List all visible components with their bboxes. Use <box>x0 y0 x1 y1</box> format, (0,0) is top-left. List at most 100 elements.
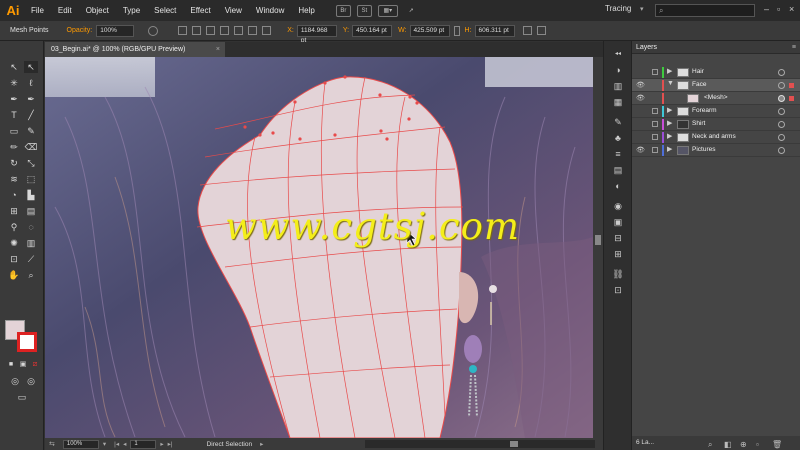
lock-icon[interactable] <box>652 69 658 75</box>
curvature-tool-icon[interactable]: ✒ <box>24 93 38 105</box>
slice-tool-icon[interactable]: ⟋ <box>24 253 38 265</box>
expand-arrow-icon[interactable]: ▶ <box>667 132 672 140</box>
free-transform-tool-icon[interactable]: ⬚ <box>24 173 38 185</box>
align-bottom-icon[interactable] <box>248 26 258 35</box>
layer-row-hair[interactable]: ▶ Hair <box>632 66 800 79</box>
appearance-panel-icon[interactable]: ◉ <box>612 201 624 212</box>
stroke-color-swatch[interactable] <box>17 332 37 352</box>
menu-window[interactable]: Window <box>249 0 291 21</box>
arrange-documents-icon[interactable]: ▦▾ <box>377 4 398 17</box>
layers-panel-header[interactable]: Layers ≡ <box>632 41 800 54</box>
scrollbar-thumb[interactable] <box>595 235 601 245</box>
color-panel-icon[interactable]: ◑ <box>612 65 624 76</box>
scale-tool-icon[interactable]: ⤡ <box>24 157 38 169</box>
recolor-icon[interactable] <box>148 25 159 36</box>
gpu-rocket-icon[interactable]: ➚ <box>404 5 419 17</box>
layer-row-face[interactable]: 👁 ▼ Face <box>632 79 800 92</box>
graph-tool-icon[interactable]: ▥ <box>24 237 38 249</box>
brushes-panel-icon[interactable]: ✎ <box>612 117 624 128</box>
constrain-link-icon[interactable] <box>453 25 460 36</box>
menu-effect[interactable]: Effect <box>183 0 217 21</box>
chevron-down-icon[interactable]: ▾ <box>103 440 106 448</box>
lasso-tool-icon[interactable]: ℓ <box>24 77 38 89</box>
target-icon[interactable] <box>778 147 785 154</box>
vertical-scrollbar[interactable] <box>593 57 603 438</box>
target-icon[interactable] <box>778 108 785 115</box>
target-icon[interactable] <box>778 121 785 128</box>
menu-select[interactable]: Select <box>147 0 183 21</box>
clipping-mask-icon[interactable]: ◧ <box>724 438 732 450</box>
artboard-nav-icon[interactable]: ⇆ <box>49 440 55 448</box>
next-artboard-icon[interactable]: ▸ <box>160 440 163 448</box>
selection-indicator[interactable] <box>789 96 794 101</box>
align-center-icon[interactable] <box>192 26 202 35</box>
direct-selection-tool-icon[interactable]: ↖ <box>24 61 38 73</box>
swatches-panel-icon[interactable]: ▦ <box>612 97 624 108</box>
artboard-canvas[interactable]: www.cgtsj.com <box>45 57 593 438</box>
pen-tool-icon[interactable]: ✒ <box>7 93 21 105</box>
pencil-tool-icon[interactable]: ✏ <box>7 141 21 153</box>
y-field[interactable]: 450.164 pt <box>352 24 393 37</box>
transform-icon[interactable] <box>262 26 272 35</box>
new-sublayer-icon[interactable]: ⊕ <box>740 438 747 450</box>
mesh-tool-icon[interactable]: ⊞ <box>7 205 21 217</box>
rotate-tool-icon[interactable]: ↻ <box>7 157 21 169</box>
align-top-icon[interactable] <box>220 26 230 35</box>
rectangle-tool-icon[interactable]: ▭ <box>7 125 21 137</box>
new-layer-icon[interactable]: ▫ <box>756 438 759 450</box>
previous-artboard-icon[interactable]: ◂ <box>123 440 126 448</box>
minimize-icon[interactable]: – <box>764 4 769 14</box>
menu-help[interactable]: Help <box>291 0 321 21</box>
menu-object[interactable]: Object <box>79 0 116 21</box>
target-icon[interactable] <box>778 69 785 76</box>
layer-row-shirt[interactable]: ▶ Shirt <box>632 118 800 131</box>
pathfinder-panel-icon[interactable]: ⊞ <box>612 249 624 260</box>
layer-row-pictures[interactable]: 👁 ▶ Pictures <box>632 144 800 157</box>
opacity-field[interactable]: 100% <box>96 24 135 37</box>
layer-row-mesh[interactable]: 👁 <Mesh> <box>632 92 800 105</box>
w-field[interactable]: 425.509 pt <box>409 24 450 37</box>
zoom-field[interactable]: 100% <box>62 439 99 449</box>
color-guide-icon[interactable]: ▥ <box>612 81 624 92</box>
workspace-switcher[interactable]: Tracing <box>605 4 631 13</box>
gradient-panel-icon[interactable]: ▤ <box>612 165 624 176</box>
magic-wand-tool-icon[interactable]: ✳ <box>7 77 21 89</box>
perspective-grid-tool-icon[interactable]: ▙ <box>24 189 38 201</box>
document-tab[interactable]: 03_Begin.ai* @ 100% (RGB/GPU Preview) × <box>45 42 225 57</box>
lock-icon[interactable] <box>652 147 658 153</box>
eye-icon[interactable]: 👁 <box>636 94 646 102</box>
asset-export-icon[interactable]: ⊡ <box>612 285 624 296</box>
line-tool-icon[interactable]: ╱ <box>24 109 38 121</box>
expand-arrow-icon[interactable]: ▶ <box>667 119 672 127</box>
close-window-icon[interactable]: × <box>789 4 794 14</box>
isolate-icon[interactable] <box>522 26 532 35</box>
expand-arrow-icon[interactable]: ▶ <box>667 106 672 114</box>
horizontal-scrollbar-thumb[interactable] <box>510 441 518 447</box>
align-middle-icon[interactable] <box>234 26 244 35</box>
lock-icon[interactable] <box>652 108 658 114</box>
stock-icon[interactable]: St <box>356 4 372 17</box>
none-mode-icon[interactable]: ⧄ <box>28 359 42 371</box>
target-icon[interactable] <box>778 95 785 102</box>
eye-icon[interactable]: 👁 <box>636 146 646 154</box>
symbol-sprayer-tool-icon[interactable]: ✺ <box>7 237 21 249</box>
screen-mode-icon[interactable]: ▭ <box>15 391 29 403</box>
align-right-icon[interactable] <box>206 26 216 35</box>
layer-row-neck-and-arms[interactable]: ▶ Neck and arms <box>632 131 800 144</box>
locate-object-icon[interactable]: ⌕ <box>708 438 712 450</box>
draw-behind-icon[interactable]: ◎ <box>24 375 38 387</box>
zoom-tool-icon[interactable]: ⌕ <box>24 269 38 281</box>
maximize-icon[interactable]: ▫ <box>777 4 780 14</box>
align-panel-icon[interactable]: ⊟ <box>612 233 624 244</box>
horizontal-scrollbar[interactable] <box>365 440 595 448</box>
expand-arrow-icon[interactable]: ▶ <box>667 145 672 153</box>
expand-arrow-icon[interactable]: ▶ <box>667 67 672 75</box>
search-stock-input[interactable]: ⌕ <box>655 4 755 17</box>
draw-mode-icon[interactable]: ◎ <box>8 375 22 387</box>
paintbrush-tool-icon[interactable]: ✎ <box>24 125 38 137</box>
gradient-tool-icon[interactable]: ▤ <box>24 205 38 217</box>
collapse-panels-icon[interactable]: ◂◂ <box>612 49 624 60</box>
target-icon[interactable] <box>778 82 785 89</box>
align-icon[interactable] <box>178 26 188 35</box>
artboard-number-field[interactable]: 1 <box>130 439 157 449</box>
